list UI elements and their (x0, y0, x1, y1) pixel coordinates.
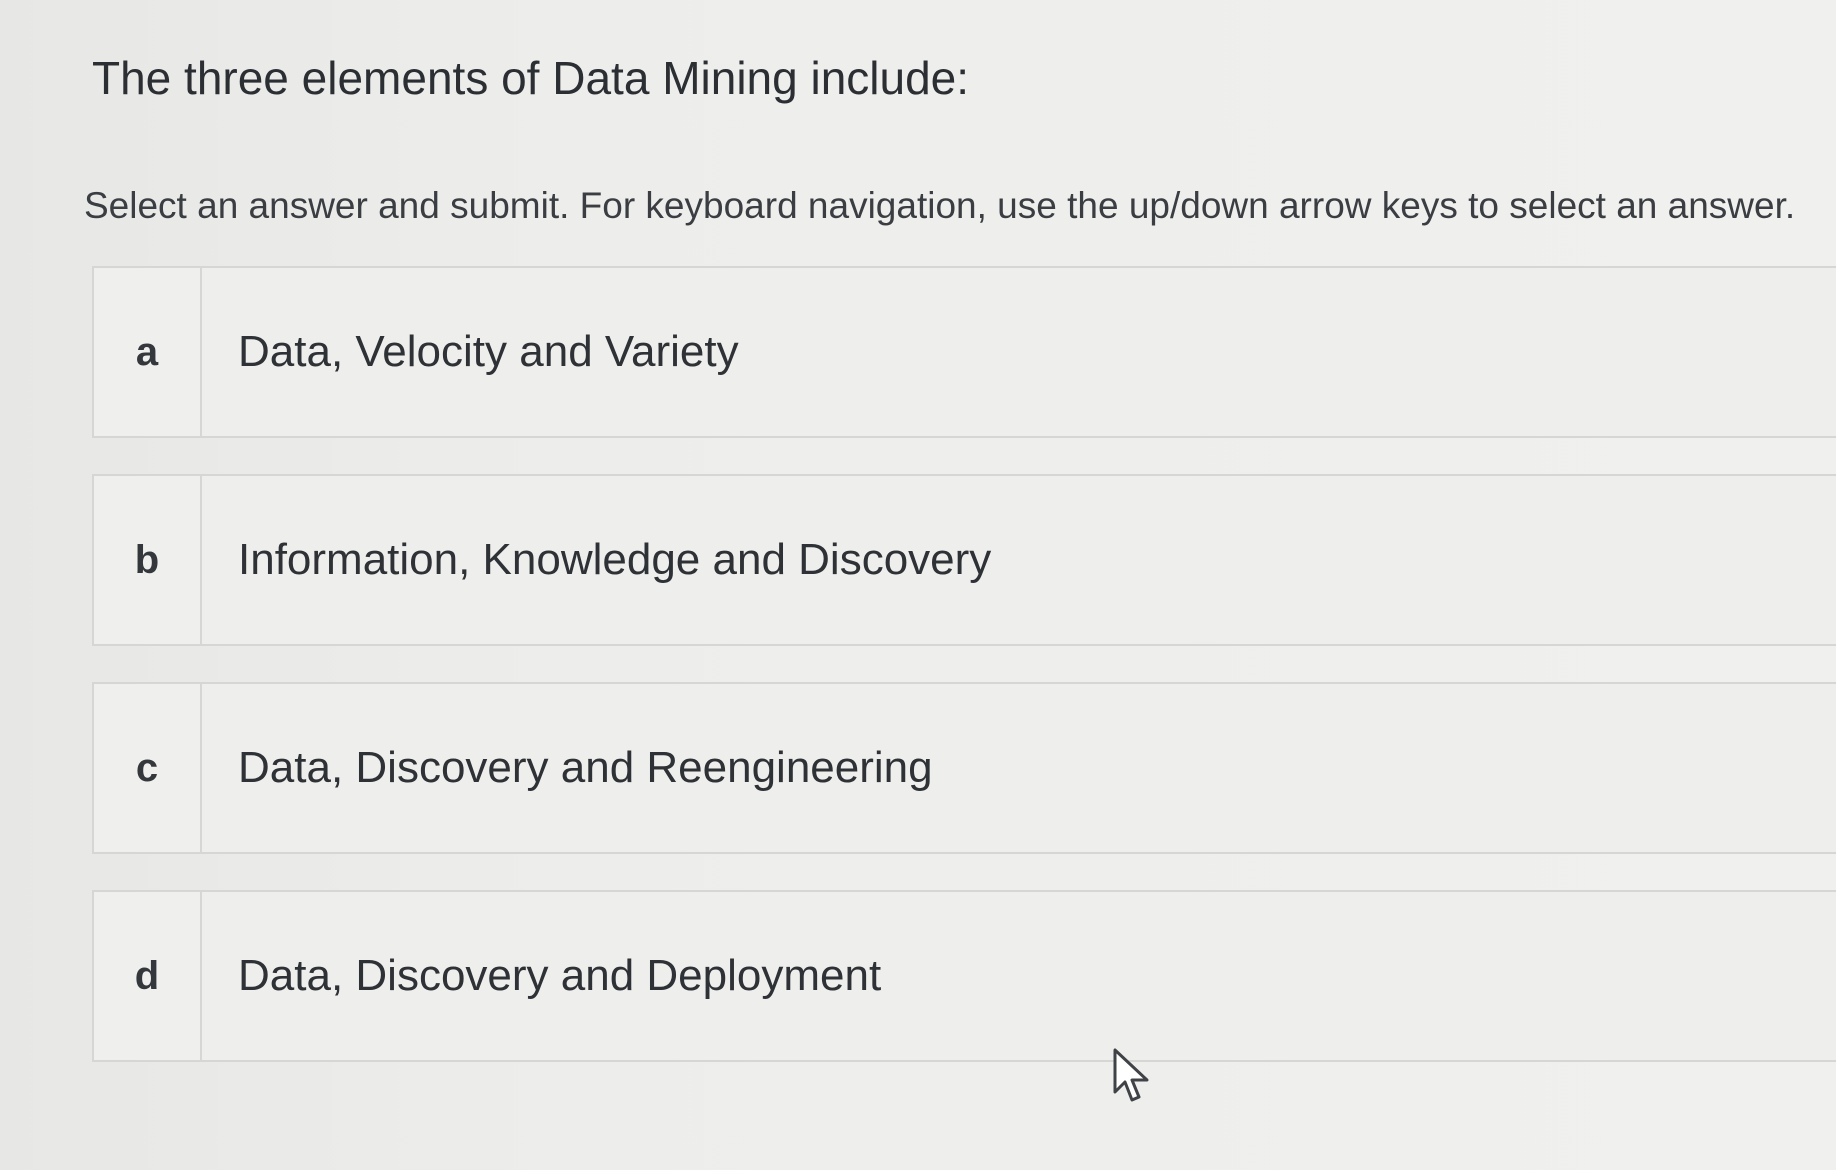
mouse-pointer-icon (1113, 1048, 1149, 1102)
option-text: Data, Velocity and Variety (238, 327, 739, 376)
option-letter: d (94, 892, 202, 1060)
answer-option-d[interactable]: d Data, Discovery and Deployment (92, 890, 1836, 1062)
option-text: Information, Knowledge and Discovery (238, 535, 992, 584)
option-text: Data, Discovery and Deployment (238, 951, 882, 1000)
option-text: Data, Discovery and Reengineering (238, 743, 933, 792)
option-letter: b (94, 476, 202, 644)
option-letter: c (94, 684, 202, 852)
answer-option-b[interactable]: b Information, Knowledge and Discovery (92, 474, 1836, 646)
question-title: The three elements of Data Mining includ… (92, 52, 970, 104)
answer-option-c[interactable]: c Data, Discovery and Reengineering (92, 682, 1836, 854)
answer-option-a[interactable]: a Data, Velocity and Variety (92, 266, 1836, 438)
option-letter: a (94, 268, 202, 436)
quiz-page: The three elements of Data Mining includ… (0, 0, 1836, 1170)
answer-options: a Data, Velocity and Variety b Informati… (92, 266, 1836, 1098)
answer-instructions: Select an answer and submit. For keyboar… (84, 185, 1796, 226)
